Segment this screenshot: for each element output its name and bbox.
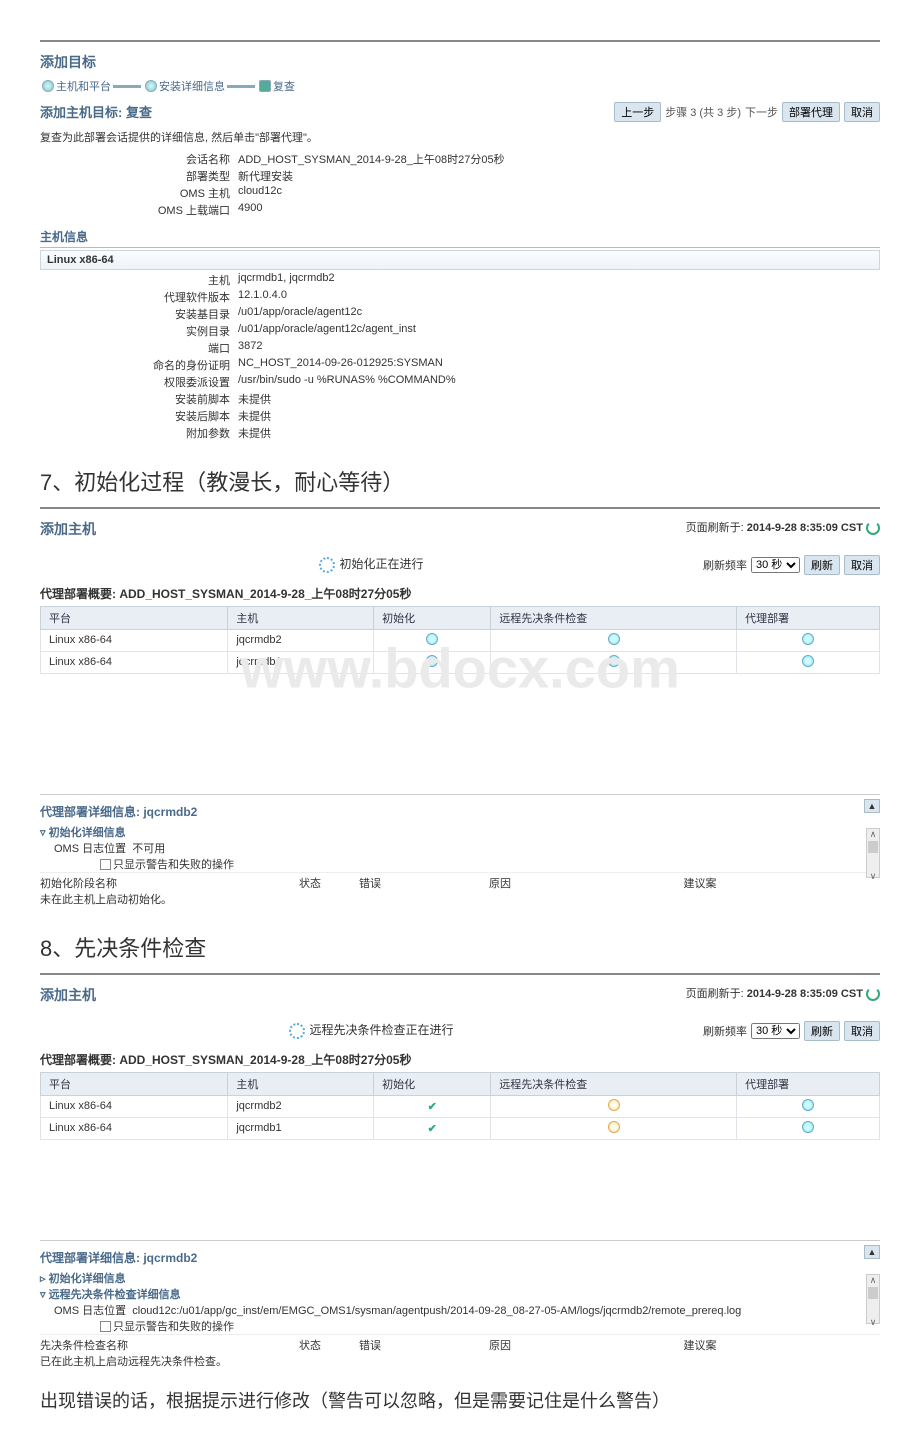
refresh-rate-select[interactable]: 30 秒 (751, 557, 800, 573)
step1-icon (42, 80, 54, 92)
cancel-button[interactable]: 取消 (844, 102, 880, 122)
clock-icon (802, 1099, 814, 1111)
step-indicator: 步骤 3 (共 3 步) (665, 104, 741, 120)
cancel-button-3[interactable]: 取消 (844, 1021, 880, 1041)
step8-heading: 8、先决条件检查 (40, 931, 880, 963)
clock-icon (802, 655, 814, 667)
deploy-summary-table-3: 平台 主机 初始化 远程先决条件检查 代理部署 Linux x86-64 jqc… (40, 1072, 880, 1140)
status-text: 初始化正在进行 (339, 557, 423, 571)
scroll-up-button-3[interactable]: ▲ (864, 1245, 880, 1259)
precheck-detail-expand[interactable]: 远程先决条件检查详细信息 (40, 1286, 880, 1302)
clock-icon (608, 633, 620, 645)
refresh-button[interactable]: 刷新 (804, 555, 840, 575)
clock-icon (608, 1099, 620, 1111)
status-text-3: 远程先决条件检查正在进行 (309, 1023, 453, 1037)
warnings-only-checkbox[interactable] (100, 859, 111, 870)
page-refresh-3: 页面刷新于: 2014-9-28 8:35:09 CST (686, 985, 880, 1001)
refresh-button-3[interactable]: 刷新 (804, 1021, 840, 1041)
table-row[interactable]: Linux x86-64 jqcrmdb1 ✔ (41, 1117, 880, 1139)
cancel-button-2[interactable]: 取消 (844, 555, 880, 575)
refresh-icon[interactable] (866, 521, 880, 535)
step2-label[interactable]: 安装详细信息 (159, 78, 225, 94)
clock-icon (426, 633, 438, 645)
spinner-icon (319, 557, 335, 573)
init-detail-collapse[interactable]: 初始化详细信息 (40, 1270, 880, 1286)
warnings-only-checkbox-3[interactable] (100, 1321, 111, 1332)
wizard-steps: 主机和平台 安装详细信息 复查 (40, 78, 880, 94)
prev-button[interactable]: 上一步 (614, 102, 661, 122)
scrollbar-3[interactable]: ∧∨ (866, 1274, 880, 1324)
scrollbar[interactable]: ∧∨ (866, 828, 880, 878)
review-desc: 复查为此部署会话提供的详细信息, 然后单击"部署代理"。 (40, 129, 880, 145)
kv-v: ADD_HOST_SYSMAN_2014-9-28_上午08时27分05秒 (238, 151, 505, 167)
deploy-summary-table: 平台 主机 初始化 远程先决条件检查 代理部署 Linux x86-64 jqc… (40, 606, 880, 674)
detail-title: 代理部署详细信息: jqcrmdb2 (40, 803, 880, 820)
next-button: 下一步 (745, 104, 778, 120)
check-icon: ✔ (428, 1101, 437, 1113)
foot-msg: 未在此主机上启动初始化。 (40, 891, 880, 907)
wizard-toolbar: 上一步 步骤 3 (共 3 步) 下一步 部署代理 取消 (614, 102, 880, 122)
spinner-icon (289, 1023, 305, 1039)
check-icon: ✔ (428, 1123, 437, 1135)
error-note: 出现错误的话，根据提示进行修改（警告可以忽略，但是需要记住是什么警告） (40, 1387, 880, 1413)
detail-title-3: 代理部署详细信息: jqcrmdb2 (40, 1249, 880, 1266)
deploy-agent-button[interactable]: 部署代理 (782, 102, 840, 122)
init-detail-expand[interactable]: 初始化详细信息 (40, 824, 880, 840)
clock-icon (608, 655, 620, 667)
clock-icon (426, 655, 438, 667)
foot-msg-3: 已在此主机上启动远程先决条件检查。 (40, 1353, 880, 1369)
clock-icon (802, 633, 814, 645)
step2-icon (145, 80, 157, 92)
host-info-heading: 主机信息 (40, 228, 880, 248)
refresh-rate-select-3[interactable]: 30 秒 (751, 1023, 800, 1039)
add-target-title: 添加目标 (40, 52, 880, 72)
step3-label[interactable]: 复查 (273, 78, 295, 94)
table-row[interactable]: Linux x86-64 jqcrmdb2 ✔ (41, 1095, 880, 1117)
page-refresh: 页面刷新于: 2014-9-28 8:35:09 CST (686, 519, 880, 535)
table-row[interactable]: Linux x86-64 jqcrmdb1 (41, 651, 880, 673)
table-row[interactable]: Linux x86-64 jqcrmdb2 (41, 629, 880, 651)
refresh-icon[interactable] (866, 987, 880, 1001)
step1-label[interactable]: 主机和平台 (56, 78, 111, 94)
step3-icon (259, 80, 271, 92)
clock-icon (802, 1121, 814, 1133)
scroll-up-button[interactable]: ▲ (864, 799, 880, 813)
kv-k: 会话名称 (110, 151, 230, 167)
refresh-rate-label: 刷新频率 (703, 557, 747, 573)
platform-heading: Linux x86-64 (40, 250, 880, 270)
clock-icon (608, 1121, 620, 1133)
step7-heading: 7、初始化过程（教漫长，耐心等待） (40, 465, 880, 497)
